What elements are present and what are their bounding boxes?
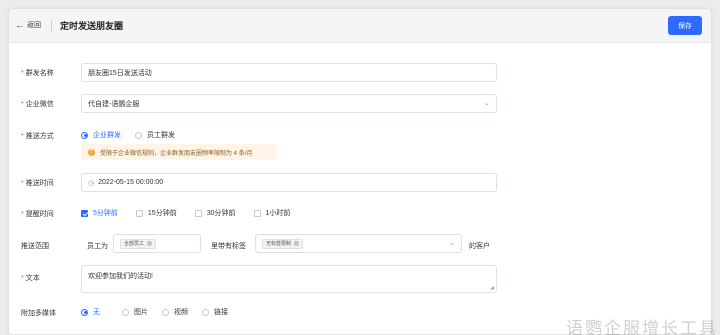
radio-media-image[interactable]: 图片: [122, 307, 148, 317]
calendar-icon: ◷: [88, 179, 95, 187]
radio-media-link[interactable]: 链接: [202, 307, 228, 317]
radio-button[interactable]: [135, 131, 142, 139]
radio-button[interactable]: [81, 131, 88, 139]
remind-time-checkbox-group: 5分钟前 15分钟前 30分钟前 1小时前: [81, 208, 304, 218]
radio-enterprise-broadcast[interactable]: 企业群发: [81, 130, 121, 140]
push-method-radio-group: 企业群发 员工群发: [81, 130, 189, 140]
push-scope-label: 推送范围: [21, 243, 49, 250]
radio-media-none[interactable]: 无: [81, 307, 100, 317]
radio-button[interactable]: [202, 308, 209, 316]
radio-media-video[interactable]: 视频: [162, 307, 188, 317]
media-label: 附加多媒体: [21, 310, 56, 317]
media-radio-group: 无 图片 视频 链接: [81, 307, 242, 317]
radio-label: 企业群发: [93, 132, 121, 139]
checkbox-label: 30分钟前: [206, 210, 236, 217]
tag-chip: 无标签限制 ×: [262, 238, 304, 249]
resize-handle-icon[interactable]: ◢: [490, 285, 494, 291]
radio-button[interactable]: [162, 308, 169, 316]
checkbox-1hour[interactable]: 1小时前: [253, 208, 291, 218]
radio-label: 图片: [134, 309, 148, 316]
save-button[interactable]: 保存: [668, 16, 702, 35]
wecom-select[interactable]: 代自建-语鹦企服 ⌄: [81, 94, 497, 113]
checkbox[interactable]: [253, 209, 261, 217]
page-title: 定时发送朋友圈: [60, 21, 124, 31]
checkbox-30min[interactable]: 30分钟前: [194, 208, 236, 218]
employee-tag: 全部员工 ×: [120, 238, 157, 249]
tags-label: 里带有标签: [211, 243, 246, 250]
radio-button[interactable]: [122, 308, 129, 316]
group-name-label: * 群发名称: [21, 70, 54, 77]
group-name-input[interactable]: 朋友圈15日发送活动: [81, 63, 497, 82]
back-button[interactable]: ← 返回: [15, 20, 41, 30]
page-frame: ← 返回 定时发送朋友圈 保存 * 群发名称 朋友圈15日发送活动 * 企业微信 代…: [8, 8, 712, 335]
push-method-label: * 推送方式: [21, 133, 54, 140]
text-label: * 文本: [21, 275, 40, 282]
header-divider: [51, 20, 52, 31]
warning-icon: !: [88, 148, 95, 156]
checkbox-label: 5分钟前: [93, 210, 118, 217]
watermark: 语鹦企服增长工具: [566, 319, 718, 335]
close-icon[interactable]: ×: [147, 241, 153, 246]
page-header: ← 返回 定时发送朋友圈 保存: [9, 9, 711, 43]
frequency-notice: ! 受限于企业微信规则，企业群发朋友圈频率限制为 4 条/月: [81, 144, 276, 160]
checkbox-15min[interactable]: 15分钟前: [135, 208, 177, 218]
push-time-picker[interactable]: ◷ 2022-05-15 00:00:00: [81, 173, 497, 192]
checkbox-label: 1小时前: [265, 210, 291, 217]
notice-text: 受限于企业微信规则，企业群发朋友圈频率限制为 4 条/月: [100, 150, 253, 157]
remind-time-label: * 提醒时间: [21, 211, 54, 218]
employee-select[interactable]: 全部员工 ×: [113, 234, 201, 253]
push-time-value: 2022-05-15 00:00:00: [98, 179, 164, 186]
tag-label: 全部员工: [124, 241, 145, 247]
close-icon[interactable]: ×: [294, 241, 300, 246]
chevron-down-icon: ⌄: [484, 100, 490, 107]
back-label: 返回: [27, 22, 41, 29]
checkbox[interactable]: [81, 209, 88, 217]
scope-suffix: 的客户: [469, 243, 490, 250]
checkbox-5min[interactable]: 5分钟前: [81, 208, 118, 218]
checkbox[interactable]: [194, 209, 202, 217]
radio-label: 无: [93, 309, 100, 316]
group-name-value: 朋友圈15日发送活动: [88, 69, 152, 77]
text-textarea[interactable]: 欢迎参加我们的活动! ◢: [81, 265, 497, 293]
form-content: * 群发名称 朋友圈15日发送活动 * 企业微信 代自建-语鹦企服 ⌄ * 推送方式 …: [9, 44, 711, 334]
push-time-label: * 推送时间: [21, 180, 54, 187]
radio-label: 视频: [174, 309, 188, 316]
employee-label: 员工为: [87, 243, 108, 250]
tags-select[interactable]: 无标签限制 × ⌄: [255, 234, 462, 253]
tag-label: 无标签限制: [266, 241, 292, 247]
radio-label: 员工群发: [147, 132, 175, 139]
back-arrow-icon: ←: [15, 19, 24, 30]
chevron-down-icon: ⌄: [449, 240, 455, 247]
radio-button[interactable]: [81, 308, 88, 316]
radio-label: 链接: [214, 309, 228, 316]
radio-employee-broadcast[interactable]: 员工群发: [135, 130, 175, 140]
checkbox[interactable]: [135, 209, 143, 217]
checkbox-label: 15分钟前: [147, 210, 177, 217]
wecom-value: 代自建-语鹦企服: [88, 100, 140, 108]
wecom-label: * 企业微信: [21, 101, 54, 108]
text-value: 欢迎参加我们的活动!: [88, 273, 153, 280]
